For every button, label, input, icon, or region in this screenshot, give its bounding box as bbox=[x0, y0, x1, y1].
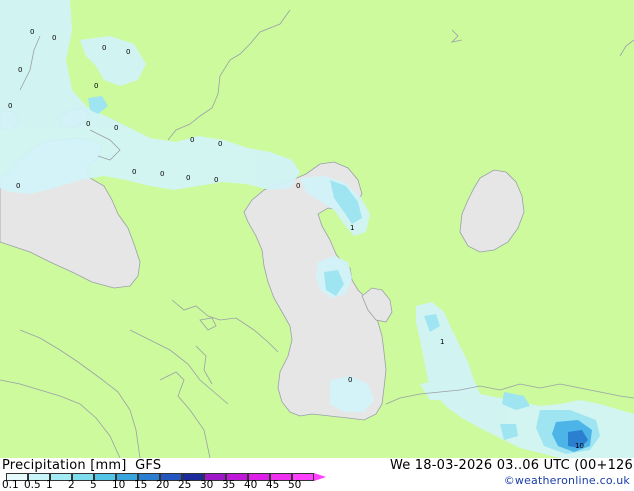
point-label: 0 bbox=[52, 34, 56, 42]
scale-label: 0.1 bbox=[2, 479, 19, 491]
scale-label: 5 bbox=[90, 479, 97, 491]
scale-arrow bbox=[314, 473, 326, 481]
point-label: 0 bbox=[102, 44, 106, 52]
point-label: 0 bbox=[18, 66, 22, 74]
point-label: 0 bbox=[160, 170, 164, 178]
legend-title: Precipitation [mm] GFS bbox=[2, 458, 161, 473]
point-label: 0 bbox=[8, 102, 12, 110]
point-label: 0 bbox=[30, 28, 34, 36]
scale-label: 20 bbox=[156, 479, 170, 491]
point-label: 1 bbox=[440, 338, 444, 346]
point-label: 0 bbox=[94, 82, 98, 90]
point-label: 0 bbox=[114, 124, 118, 132]
scale-label: 30 bbox=[200, 479, 214, 491]
point-label: 0 bbox=[218, 140, 222, 148]
point-label: 10 bbox=[575, 442, 584, 450]
legend-bar: Precipitation [mm] GFS We 18-03-2026 03.… bbox=[0, 458, 634, 491]
scale-label: 1 bbox=[46, 479, 53, 491]
scale-label: 10 bbox=[112, 479, 126, 491]
valid-time: We 18-03-2026 03..06 UTC (00+126 bbox=[389, 458, 633, 473]
credit-text: ©weatheronline.co.uk bbox=[503, 474, 630, 487]
scale-label: 25 bbox=[178, 479, 192, 491]
scale-label: 45 bbox=[266, 479, 280, 491]
scale-label: 50 bbox=[288, 479, 302, 491]
point-label: 0 bbox=[126, 48, 130, 56]
point-label: 0 bbox=[132, 168, 136, 176]
scale-label: 15 bbox=[134, 479, 148, 491]
scale-label: 40 bbox=[244, 479, 258, 491]
point-label: 1 bbox=[350, 224, 354, 232]
point-label: 0 bbox=[348, 376, 352, 384]
point-label: 0 bbox=[214, 176, 218, 184]
scale-label: 0.5 bbox=[24, 479, 41, 491]
point-label: 0 bbox=[16, 182, 20, 190]
point-label: 0 bbox=[296, 182, 300, 190]
model-name: GFS bbox=[135, 458, 162, 473]
legend-title-label: Precipitation [mm] bbox=[2, 458, 127, 473]
point-label: 0 bbox=[86, 120, 90, 128]
point-label: 0 bbox=[186, 174, 190, 182]
scale-label: 35 bbox=[222, 479, 236, 491]
scale-label: 2 bbox=[68, 479, 75, 491]
point-label: 0 bbox=[190, 136, 194, 144]
precipitation-map: 0 0 0 0 0 0 0 0 0 0 0 0 0 0 0 0 1 1 10 0… bbox=[0, 0, 634, 458]
